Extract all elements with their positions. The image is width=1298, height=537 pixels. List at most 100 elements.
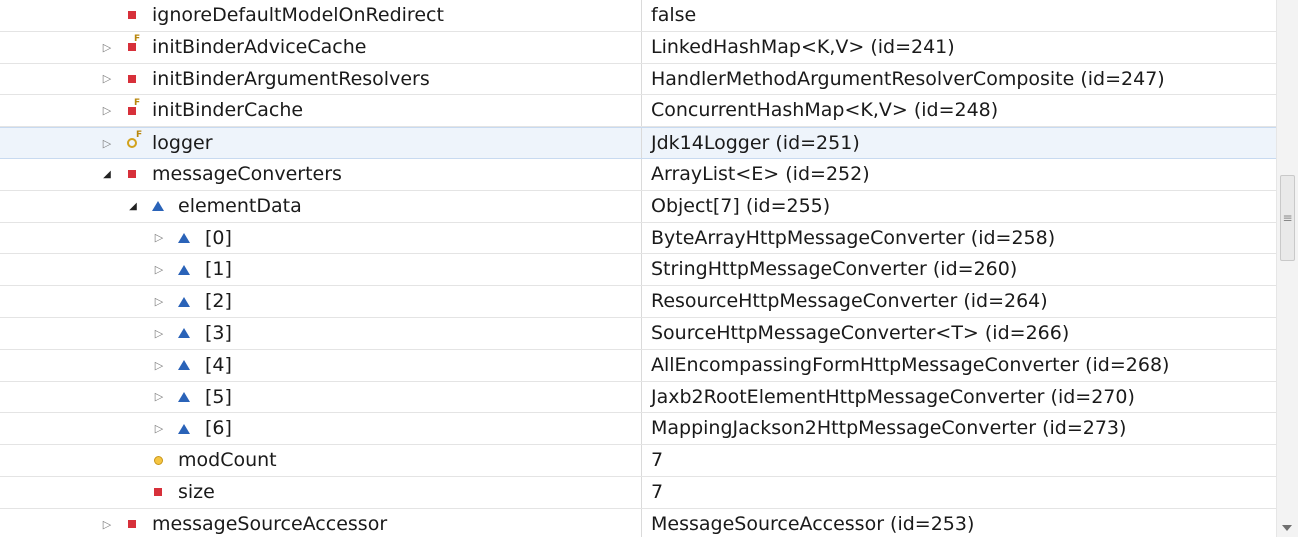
variable-name-cell[interactable]: ignoreDefaultModelOnRedirect [0,0,642,31]
collapse-arrow-icon[interactable]: ◢ [100,159,114,190]
variable-name: [2] [205,290,232,313]
package-field-icon [176,286,192,317]
package-field-icon [176,254,192,285]
variable-value[interactable]: Object[7] (id=255) [651,191,830,222]
tree-row[interactable]: ▷ [1] StringHttpMessageConverter (id=260) [0,254,1276,287]
variable-name-cell[interactable]: ▷ initBinderArgumentResolvers [0,63,642,95]
variable-value[interactable]: Jaxb2RootElementHttpMessageConverter (id… [651,382,1135,413]
variable-name: elementData [178,194,302,217]
variable-name: messageConverters [152,162,342,185]
variable-name: [3] [205,321,232,344]
variable-name-cell[interactable]: ▷ [0] [0,222,642,254]
variable-value[interactable]: Jdk14Logger (id=251) [651,128,860,158]
no-toggle [126,477,140,508]
variable-value[interactable]: false [651,0,696,31]
package-field-icon [176,382,192,413]
collapse-arrow-icon[interactable]: ◢ [126,191,140,222]
expand-arrow-icon[interactable]: ▷ [152,350,166,381]
expand-arrow-icon[interactable]: ▷ [100,32,114,63]
package-field-icon [176,318,192,349]
variable-value[interactable]: 7 [651,445,663,476]
variable-name-cell[interactable]: ▷ [1] [0,254,642,286]
private-field-icon [124,509,140,537]
package-field-icon [176,223,192,254]
variable-name-cell[interactable]: ◢ messageConverters [0,158,642,190]
variable-name: messageSourceAccessor [152,512,388,535]
private-field-icon [124,159,140,190]
variable-name: [1] [205,258,232,281]
variable-name-cell[interactable]: ▷ logger [0,128,642,158]
variable-value[interactable]: MappingJackson2HttpMessageConverter (id=… [651,413,1126,444]
variable-name-cell[interactable]: ▷ [2] [0,286,642,317]
tree-row[interactable]: ▷ initBinderCache ConcurrentHashMap<K,V> (… [0,95,1276,128]
variable-name: [5] [205,385,232,408]
expand-arrow-icon[interactable]: ▷ [100,95,114,126]
variable-value[interactable]: HandlerMethodArgumentResolverComposite (… [651,64,1165,95]
private-field-icon [124,64,140,95]
variable-name-cell[interactable]: ▷ [4] [0,349,642,381]
tree-row[interactable]: ▷ [2] ResourceHttpMessageConverter (id=264… [0,286,1276,318]
variable-name-cell[interactable]: ▷ [3] [0,317,642,349]
tree-row[interactable]: ▷ [0] ByteArrayHttpMessageConverter (id=25… [0,222,1276,255]
expand-arrow-icon[interactable]: ▷ [152,318,166,349]
tree-row[interactable]: size 7 [0,476,1276,509]
scroll-down-arrow-icon[interactable] [1282,525,1292,531]
tree-row[interactable]: ▷ [4] AllEncompassingFormHttpMessageConver… [0,349,1276,382]
expand-arrow-icon[interactable]: ▷ [100,509,114,537]
variables-tree: ignoreDefaultModelOnRedirect false ▷ initBi… [0,0,1276,537]
tree-row[interactable]: ▷ [5] Jaxb2RootElementHttpMessageConverter… [0,381,1276,414]
package-field-icon [150,191,166,222]
tree-row[interactable]: ▷ initBinderAdviceCache LinkedHashMap<K,V>… [0,31,1276,64]
tree-row[interactable]: ◢ messageConverters ArrayList<E> (id=252) [0,158,1276,191]
tree-row[interactable]: ▷ [6] MappingJackson2HttpMessageConverter … [0,413,1276,446]
variable-name-cell[interactable]: ▷ initBinderAdviceCache [0,31,642,63]
variable-name-cell[interactable]: ▷ initBinderCache [0,95,642,127]
private-field-icon [124,0,140,31]
variable-name: initBinderArgumentResolvers [152,67,430,90]
variable-value[interactable]: MessageSourceAccessor (id=253) [651,509,974,537]
variable-value[interactable]: SourceHttpMessageConverter<T> (id=266) [651,318,1069,349]
tree-row[interactable]: ▷ [3] SourceHttpMessageConverter<T> (id=26… [0,317,1276,350]
variable-name-cell[interactable]: ▷ [5] [0,381,642,413]
expand-arrow-icon[interactable]: ▷ [152,223,166,254]
tree-row[interactable]: ▷ logger Jdk14Logger (id=251) [0,127,1276,159]
expand-arrow-icon[interactable]: ▷ [152,382,166,413]
protected-field-icon [150,445,166,476]
private-final-field-icon [124,95,140,126]
tree-row[interactable]: ◢ elementData Object[7] (id=255) [0,190,1276,223]
variable-name-cell[interactable]: ▷ [6] [0,413,642,445]
private-final-field-icon [124,32,140,63]
tree-row[interactable]: ▷ initBinderArgumentResolvers HandlerMetho… [0,63,1276,96]
variable-name: [0] [205,226,232,249]
variable-name: logger [152,132,213,155]
variable-value[interactable]: ResourceHttpMessageConverter (id=264) [651,286,1048,317]
tree-row[interactable]: ignoreDefaultModelOnRedirect false [0,0,1276,32]
variable-name-cell[interactable]: modCount [0,445,642,476]
variable-name: initBinderAdviceCache [152,35,367,58]
variable-name-cell[interactable]: size [0,476,642,508]
variable-name: initBinderCache [152,99,304,122]
variable-name-cell[interactable]: ◢ elementData [0,190,642,222]
scrollbar-thumb[interactable]: ≡ [1280,175,1295,261]
variable-value[interactable]: LinkedHashMap<K,V> (id=241) [651,32,955,63]
variable-value[interactable]: ByteArrayHttpMessageConverter (id=258) [651,223,1055,254]
variable-value[interactable]: ArrayList<E> (id=252) [651,159,870,190]
variable-name-cell[interactable]: ▷ messageSourceAccessor [0,508,642,537]
variable-value[interactable]: 7 [651,477,663,508]
variable-value[interactable]: AllEncompassingFormHttpMessageConverter … [651,350,1169,381]
variable-name: [6] [205,417,232,440]
private-field-icon [150,477,166,508]
variable-value[interactable]: StringHttpMessageConverter (id=260) [651,254,1017,285]
vertical-scrollbar[interactable]: ≡ [1276,0,1298,537]
expand-arrow-icon[interactable]: ▷ [152,413,166,444]
variable-name: ignoreDefaultModelOnRedirect [152,4,444,26]
expand-arrow-icon[interactable]: ▷ [152,286,166,317]
expand-arrow-icon[interactable]: ▷ [100,64,114,95]
variable-value[interactable]: ConcurrentHashMap<K,V> (id=248) [651,95,998,126]
expand-arrow-icon[interactable]: ▷ [152,254,166,285]
expand-arrow-icon[interactable]: ▷ [100,128,114,158]
package-field-icon [176,413,192,444]
tree-row[interactable]: ▷ messageSourceAccessor MessageSourceAcces… [0,508,1276,537]
variable-name: modCount [178,449,277,472]
tree-row[interactable]: modCount 7 [0,445,1276,477]
